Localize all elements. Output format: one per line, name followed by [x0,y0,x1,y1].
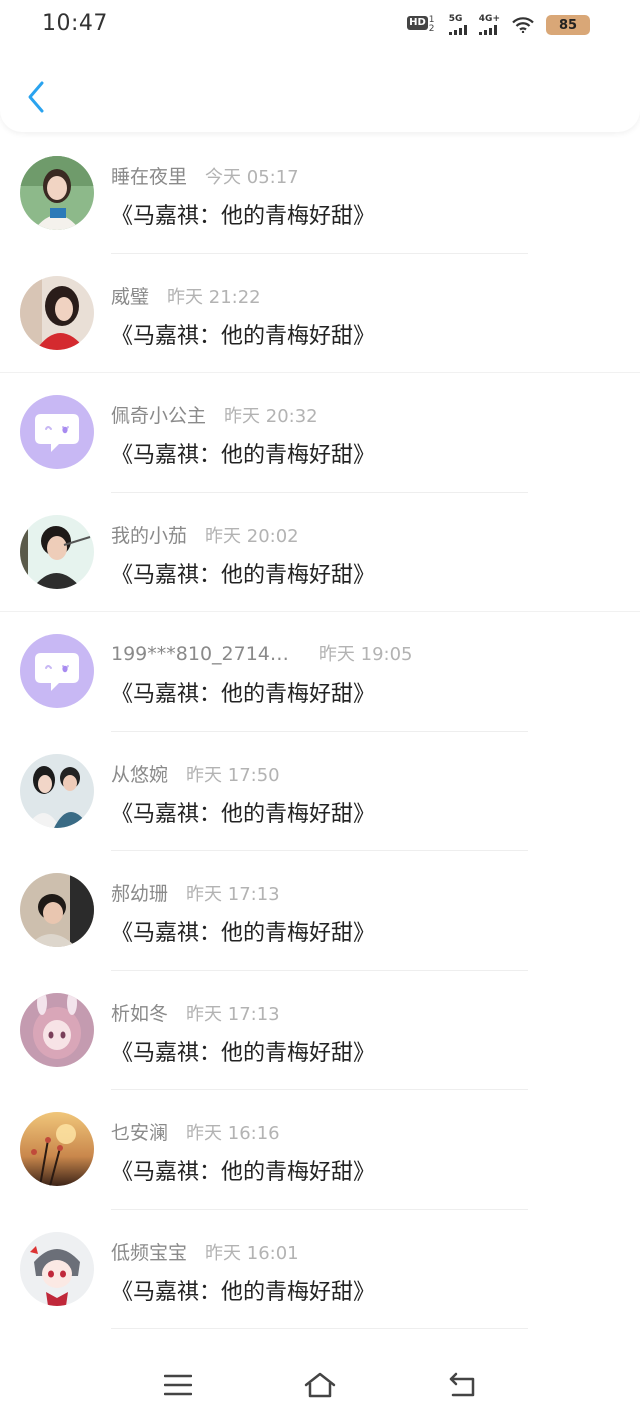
avatar[interactable] [20,992,94,1067]
commenter-name[interactable]: 乜安澜 [111,1118,168,1145]
comment-list-screen: 10:47 HD 1 2 5G 4G+ 85 睡在夜里 今天 05:17 《马嘉… [0,0,640,1422]
system-nav-bar [0,1345,640,1422]
avatar[interactable] [20,1112,94,1186]
commenter-name[interactable]: 睡在夜里 [111,162,187,189]
comment-message[interactable]: 《马嘉祺：他的青梅好甜》 [111,915,375,947]
comment-meta: 低频宝宝 昨天 16:01 [111,1238,299,1265]
menu-button[interactable] [158,1365,198,1405]
comment-message[interactable]: 《马嘉祺：他的青梅好甜》 [111,796,375,828]
comment-message[interactable]: 《马嘉祺：他的青梅好甜》 [111,1274,375,1306]
list-item[interactable]: 佩奇小公主 昨天 20:32 《马嘉祺：他的青梅好甜》 [0,373,640,493]
comment-message[interactable]: 《马嘉祺：他的青梅好甜》 [111,198,375,230]
list-item[interactable]: 从悠婉 昨天 17:50 《马嘉祺：他的青梅好甜》 [0,732,640,851]
comment-message[interactable]: 《马嘉祺：他的青梅好甜》 [111,1035,375,1067]
comment-message[interactable]: 《马嘉祺：他的青梅好甜》 [111,557,375,589]
signal-4g: 4G+ [478,14,500,35]
comment-meta: 佩奇小公主 昨天 20:32 [111,401,318,428]
list-item[interactable]: 睡在夜里 今天 05:17 《马嘉祺：他的青梅好甜》 [0,134,640,254]
signal-5g: 5G [448,14,467,35]
avatar[interactable] [20,275,94,350]
avatar[interactable] [20,156,94,230]
hd-indicator: HD 1 2 [407,16,437,34]
top-bar: 10:47 HD 1 2 5G 4G+ 85 [0,0,640,132]
comment-time: 昨天 20:32 [224,406,318,427]
comment-meta: 我的小茄 昨天 20:02 [111,521,299,548]
back-button[interactable] [18,74,54,120]
comment-meta: 郝幼珊 昨天 17:13 [111,879,280,906]
commenter-name[interactable]: 从悠婉 [111,760,168,787]
signal-bars-icon [448,25,467,35]
comment-message[interactable]: 《马嘉祺：他的青梅好甜》 [111,676,375,708]
commenter-name[interactable]: 郝幼珊 [111,879,168,906]
hd-badge: HD [407,16,428,30]
comment-list: 睡在夜里 今天 05:17 《马嘉祺：他的青梅好甜》 威璧 昨天 21:22 《… [0,134,640,1329]
comment-message[interactable]: 《马嘉祺：他的青梅好甜》 [111,437,375,469]
comment-time: 昨天 19:05 [318,644,413,665]
list-item[interactable]: 析如冬 昨天 17:13 《马嘉祺：他的青梅好甜》 [0,971,640,1090]
signal-bars-icon [478,25,497,35]
comment-time: 昨天 17:13 [186,884,280,905]
comment-time: 昨天 17:13 [186,1003,280,1025]
comment-time: 今天 05:17 [205,167,299,188]
comment-time: 昨天 16:16 [186,1123,280,1144]
menu-icon [164,1374,192,1396]
status-icons: HD 1 2 5G 4G+ 85 [407,12,590,38]
avatar[interactable] [20,873,94,947]
back-nav-button[interactable] [442,1365,482,1405]
default-chat-icon [35,414,79,452]
status-time: 10:47 [42,11,108,36]
list-item[interactable]: 低频宝宝 昨天 16:01 《马嘉祺：他的青梅好甜》 [0,1210,640,1329]
commenter-name[interactable]: 佩奇小公主 [111,401,206,428]
default-chat-icon [35,653,79,691]
comment-time: 昨天 16:01 [205,1242,299,1264]
list-item[interactable]: 威璧 昨天 21:22 《马嘉祺：他的青梅好甜》 [0,254,640,373]
comment-time: 昨天 20:02 [205,525,299,547]
list-item[interactable]: 199***810_2714… 昨天 19:05 《马嘉祺：他的青梅好甜》 [0,612,640,732]
avatar[interactable] [20,634,94,708]
wifi-icon [512,17,534,33]
comment-meta: 睡在夜里 今天 05:17 [111,162,299,189]
home-button[interactable] [300,1365,340,1405]
comment-message[interactable]: 《马嘉祺：他的青梅好甜》 [111,318,375,350]
comment-time: 昨天 21:22 [167,286,261,308]
comment-meta: 威璧 昨天 21:22 [111,282,261,309]
commenter-name[interactable]: 199***810_2714… [111,643,289,665]
signal-5g-label: 5G [448,14,463,24]
avatar[interactable] [20,1231,94,1306]
list-item[interactable]: 郝幼珊 昨天 17:13 《马嘉祺：他的青梅好甜》 [0,851,640,971]
chevron-left-icon [28,81,44,113]
avatar[interactable] [20,395,94,469]
commenter-name[interactable]: 威璧 [111,282,149,309]
signal-4g-label: 4G+ [478,14,500,24]
commenter-name[interactable]: 低频宝宝 [111,1238,187,1265]
comment-time: 昨天 17:50 [186,764,280,786]
comment-meta: 199***810_2714… 昨天 19:05 [111,640,413,666]
comment-meta: 从悠婉 昨天 17:50 [111,760,280,787]
comment-meta: 乜安澜 昨天 16:16 [111,1118,280,1145]
home-icon [304,1372,336,1398]
list-item[interactable]: 我的小茄 昨天 20:02 《马嘉祺：他的青梅好甜》 [0,493,640,612]
avatar[interactable] [20,753,94,828]
commenter-name[interactable]: 我的小茄 [111,521,187,548]
commenter-name[interactable]: 析如冬 [111,999,168,1026]
avatar[interactable] [20,514,94,589]
comment-meta: 析如冬 昨天 17:13 [111,999,280,1026]
hd-sim-slots: 1 2 [428,15,435,34]
list-item[interactable]: 乜安澜 昨天 16:16 《马嘉祺：他的青梅好甜》 [0,1090,640,1210]
battery-indicator: 85 [546,15,590,35]
back-arrow-icon [449,1372,475,1397]
divider [111,1328,528,1329]
comment-message[interactable]: 《马嘉祺：他的青梅好甜》 [111,1154,375,1186]
